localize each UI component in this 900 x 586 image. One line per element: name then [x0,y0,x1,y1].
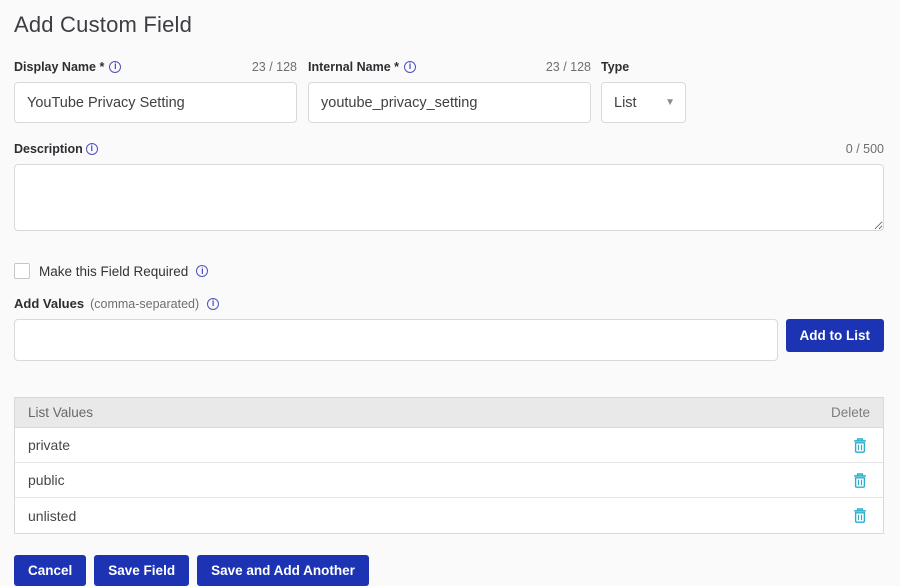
add-values-hint: (comma-separated) [90,297,199,311]
add-values-label-row: Add Values (comma-separated) i [14,296,884,311]
list-values-table: List Values Delete private public [14,397,884,534]
required-checkbox[interactable] [14,263,30,279]
list-values-header-label: List Values [28,405,93,420]
display-name-field-group: Display Name * i 23 / 128 [14,59,297,123]
save-and-add-another-button[interactable]: Save and Add Another [197,555,369,586]
save-field-button[interactable]: Save Field [94,555,189,586]
table-row: unlisted [15,498,883,533]
internal-name-field-group: Internal Name * i 23 / 128 [308,59,591,123]
description-label: Description i [14,142,98,156]
delete-row-button[interactable] [850,471,870,490]
display-name-label: Display Name * i [14,60,121,74]
page-title: Add Custom Field [14,12,884,38]
description-counter: 0 / 500 [846,142,884,156]
list-value-text: private [28,437,70,453]
info-icon[interactable]: i [196,265,208,277]
info-icon[interactable]: i [404,61,416,73]
cancel-button[interactable]: Cancel [14,555,86,586]
type-field-group: Type List ▼ [601,59,686,123]
display-name-counter: 23 / 128 [252,60,297,74]
footer-actions: Cancel Save Field Save and Add Another [14,555,884,586]
add-values-row: Add to List [14,319,884,361]
trash-icon [853,438,867,453]
add-values-label: Add Values [14,296,84,311]
add-values-input[interactable] [14,319,778,361]
delete-row-button[interactable] [850,506,870,525]
description-textarea[interactable] [14,164,884,231]
trash-icon [853,473,867,488]
info-icon[interactable]: i [86,143,98,155]
internal-name-label: Internal Name * i [308,60,416,74]
type-select[interactable]: List ▼ [601,82,686,123]
list-values-body: private public unlisted [15,428,883,533]
type-select-value: List [614,95,637,111]
table-row: private [15,428,883,463]
display-name-input[interactable] [14,82,297,123]
type-label: Type [601,60,629,74]
name-type-row: Display Name * i 23 / 128 Internal Name … [14,59,884,123]
required-field-row: Make this Field Required i [14,263,884,279]
add-custom-field-form: Add Custom Field Display Name * i 23 / 1… [0,0,900,586]
info-icon[interactable]: i [109,61,121,73]
required-checkbox-label: Make this Field Required i [39,264,208,279]
description-field-group: Description i 0 / 500 [14,141,884,236]
info-icon[interactable]: i [207,298,219,310]
table-row: public [15,463,883,498]
delete-header-label: Delete [831,405,870,420]
chevron-down-icon: ▼ [665,98,675,108]
trash-icon [853,508,867,523]
list-value-text: public [28,472,65,488]
add-to-list-button[interactable]: Add to List [786,319,885,352]
delete-row-button[interactable] [850,436,870,455]
list-value-text: unlisted [28,508,76,524]
internal-name-input[interactable] [308,82,591,123]
internal-name-counter: 23 / 128 [546,60,591,74]
list-values-header: List Values Delete [15,398,883,428]
